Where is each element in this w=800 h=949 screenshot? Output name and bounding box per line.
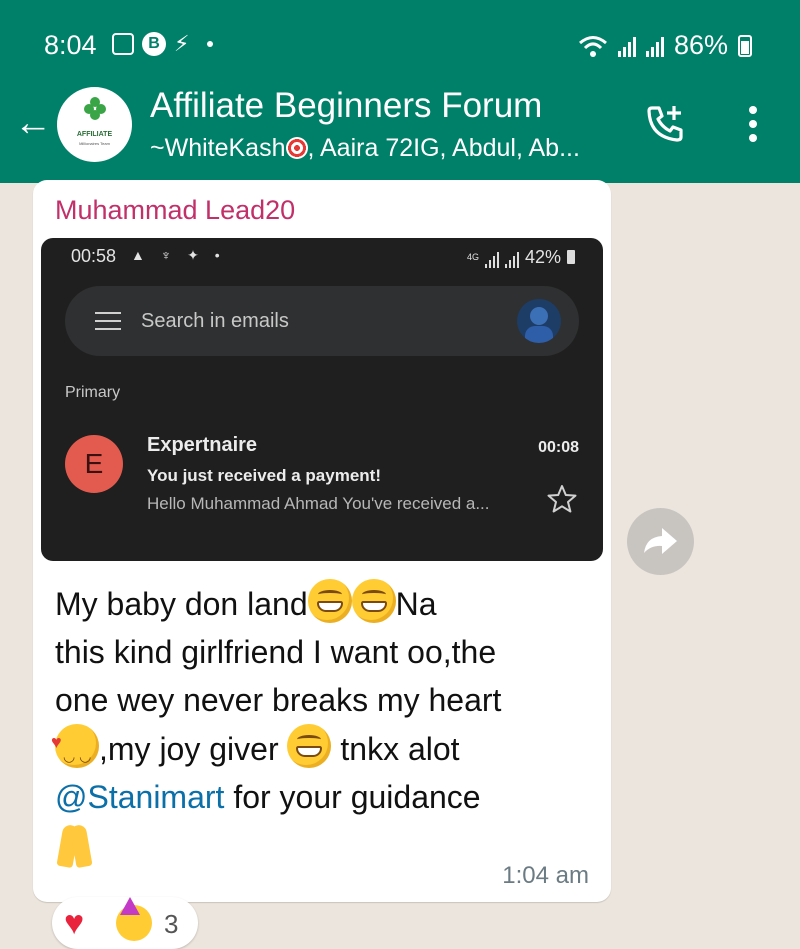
back-arrow-icon[interactable]: ← [14,104,52,142]
email-sender-avatar: E [65,435,123,493]
group-avatar[interactable]: AFFILIATE Millionaires Team [57,87,132,162]
signal-icon [504,246,519,268]
shot-battery: 42% [524,246,561,267]
status-icons-left: B ⚡︎ [112,31,214,56]
message-line: for your guidance [233,779,481,815]
members-prefix: ~WhiteKash [150,134,286,162]
grinning-face-icon [307,579,352,623]
message-sender[interactable]: Muhammad Lead20 [55,195,295,226]
message-line: ,my joy giver [99,731,279,767]
grinning-face-icon [287,724,332,768]
star-icon [547,485,577,513]
chat-header: 8:04 B ⚡︎ 86% ← AFFILIATE Millionaires T… [0,0,800,183]
attached-screenshot[interactable]: 00:58 ▲ ♆ ✦ • 4G 42% Search in emails Pr… [41,238,603,561]
chat-members[interactable]: ~WhiteKash , Aaira 72IG, Abdul, Ab... [150,134,630,163]
network-label: 4G [466,251,479,262]
email-time: 00:08 [538,439,579,456]
message-text[interactable]: My baby don land Na this kind girlfriend … [51,579,591,874]
avatar-label: AFFILIATE [76,131,113,138]
clover-logo-icon [84,97,106,120]
dot-icon [207,41,214,47]
status-time: 8:04 [44,30,97,60]
avatar-sublabel: Millionaires Team [79,141,110,146]
profile-avatar [517,299,561,343]
message-bubble[interactable]: Muhammad Lead20 00:58 ▲ ♆ ✦ • 4G 42% Sea… [33,180,611,902]
primary-label: Primary [65,384,121,401]
add-call-button[interactable] [644,102,688,146]
more-options-button[interactable] [738,102,768,146]
message-line: one wey never breaks my heart [55,682,502,718]
gallery-icon [112,33,134,55]
target-emoji-icon [285,137,308,159]
wifi-icon [578,35,607,57]
battery-icon [738,34,752,57]
message-line: this kind girlfriend I want oo,the [55,634,497,670]
shot-status-time: 00:58 [71,246,117,266]
email-subject: You just received a payment! [147,466,381,485]
signal-icon [645,35,664,57]
message-line: My baby don land [55,586,308,622]
smiling-face-with-hearts-icon [51,718,99,780]
party-face-icon [116,897,152,941]
grinning-face-icon [351,579,396,623]
reactions-pill[interactable]: ♥ 3 [52,897,198,949]
battery-icon [567,250,575,264]
status-icons-right: 86% [578,30,752,61]
mention-link[interactable]: @Stanimart [55,779,224,815]
message-line: tnkx alot [340,731,460,767]
forward-arrow-icon [644,528,677,554]
hamburger-menu-icon [95,312,121,336]
battery-percent: 86% [673,30,728,60]
chat-title[interactable]: Affiliate Beginners Forum [150,86,542,126]
b-app-icon: B [142,32,166,56]
bolt-icon: ⚡︎ [174,31,190,56]
heart-icon: ♥ [64,904,85,942]
signal-icon [617,35,636,57]
shot-status-icons: ▲ ♆ ✦ • [131,247,226,263]
message-timestamp: 1:04 am [502,862,589,889]
signal-icon [484,246,499,268]
members-suffix: , Aaira 72IG, Abdul, Ab... [307,134,580,162]
status-bar: 8:04 B ⚡︎ 86% [0,0,800,90]
search-placeholder: Search in emails [141,310,289,332]
shot-status-right: 4G 42% [467,246,575,268]
forward-button[interactable] [627,508,694,575]
email-search-bar: Search in emails [65,286,579,356]
email-preview: Hello Muhammad Ahmad You've received a..… [147,494,490,513]
email-sender: Expertnaire [147,434,258,456]
reaction-count: 3 [164,909,179,939]
folded-hands-icon [55,821,95,869]
message-line: Na [395,586,437,622]
